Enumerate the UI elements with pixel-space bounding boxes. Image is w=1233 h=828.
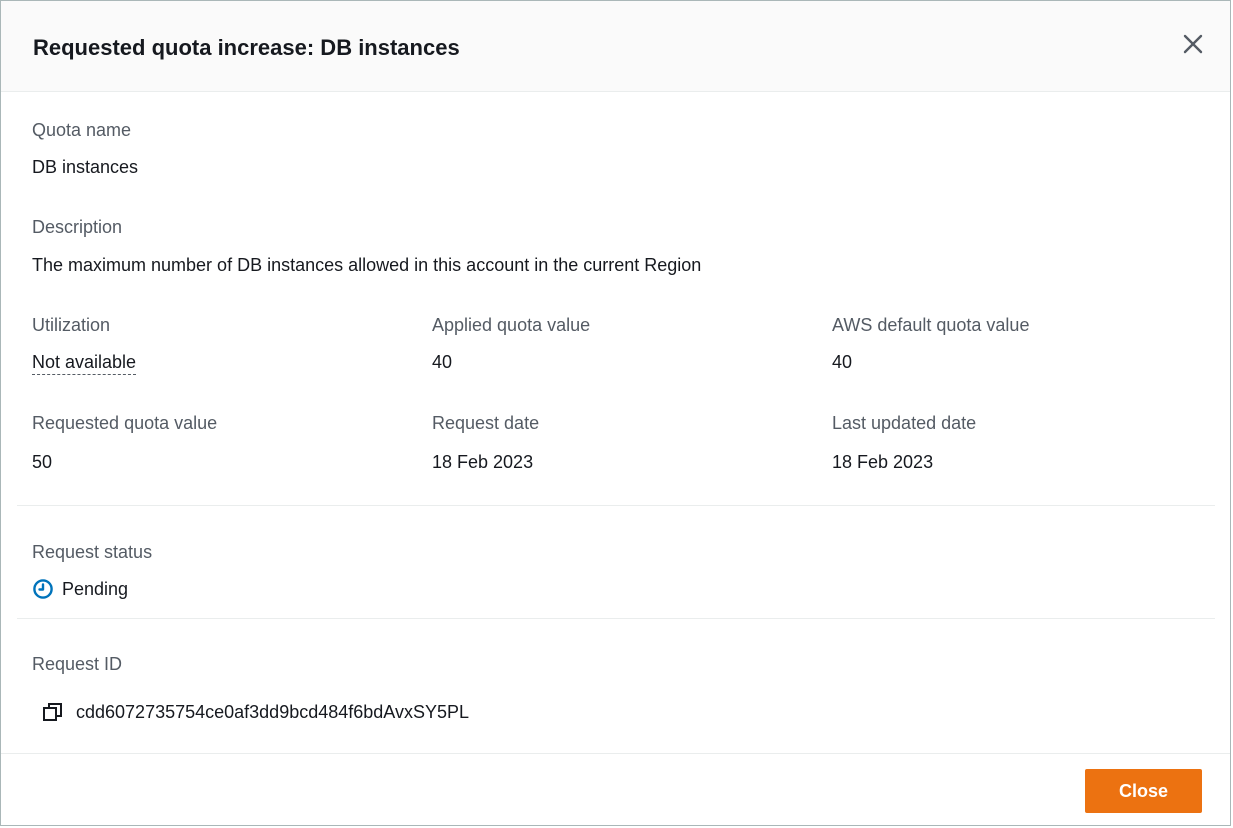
modal-header: Requested quota increase: DB instances [1, 1, 1230, 92]
applied-quota-value: 40 [432, 352, 453, 372]
requested-quota-value: 50 [32, 452, 53, 472]
request-status: Pending [32, 577, 128, 601]
modal-title: Requested quota increase: DB instances [33, 35, 460, 60]
close-icon[interactable] [1180, 31, 1206, 57]
request-id-row: cdd6072735754ce0af3dd9bcd484f6bdAvxSY5PL [42, 700, 469, 724]
request-date-label: Request date [432, 413, 540, 433]
utilization-value-text[interactable]: Not available [32, 352, 137, 375]
request-status-value: Pending [62, 579, 129, 599]
section-divider [17, 618, 1215, 619]
default-quota-value: 40 [832, 352, 853, 372]
default-quota-label: AWS default quota value [832, 315, 1030, 335]
utilization-value[interactable]: Not available [32, 350, 137, 375]
close-button[interactable]: Close [1085, 769, 1202, 813]
copy-icon[interactable] [42, 701, 64, 723]
applied-quota-label: Applied quota value [432, 315, 591, 335]
description-label: Description [32, 217, 123, 237]
request-id-label: Request ID [32, 654, 123, 674]
quota-name-value: DB instances [32, 157, 139, 177]
last-updated-label: Last updated date [832, 413, 977, 433]
section-divider [17, 505, 1215, 506]
request-id-value: cdd6072735754ce0af3dd9bcd484f6bdAvxSY5PL [76, 702, 470, 722]
request-date-value: 18 Feb 2023 [432, 452, 534, 472]
clock-icon [32, 578, 62, 600]
footer-divider [1, 753, 1230, 754]
quota-name-label: Quota name [32, 120, 132, 140]
requested-quota-label: Requested quota value [32, 413, 218, 433]
quota-request-modal: Requested quota increase: DB instances Q… [0, 0, 1231, 826]
request-status-label: Request status [32, 542, 153, 562]
last-updated-value: 18 Feb 2023 [832, 452, 934, 472]
utilization-label: Utilization [32, 315, 111, 335]
description-value: The maximum number of DB instances allow… [32, 255, 702, 275]
